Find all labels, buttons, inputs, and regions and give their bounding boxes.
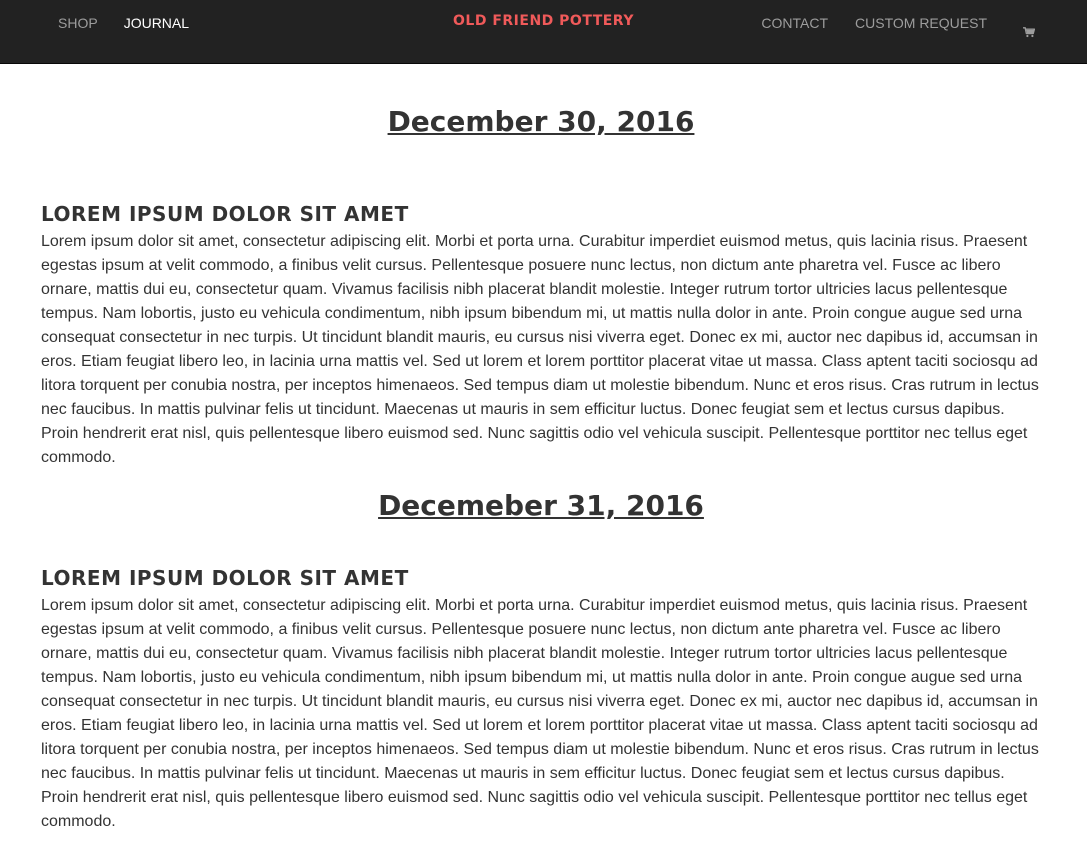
entry-date-heading: Decemeber 31, 2016 — [378, 489, 704, 522]
cart-button[interactable] — [1023, 4, 1035, 42]
nav-link-custom-request[interactable]: CUSTOM REQUEST — [855, 15, 987, 31]
nav-link-shop[interactable]: SHOP — [58, 15, 98, 31]
nav-link-journal[interactable]: JOURNAL — [124, 15, 189, 31]
journal-entry: December 30, 2016 Lorem ipsum dolor sit … — [41, 102, 1041, 470]
entry-body-text: Lorem ipsum dolor sit amet, consectetur … — [41, 597, 1039, 830]
nav-right-group: CONTACT CUSTOM REQUEST — [761, 0, 1035, 46]
nav-left-group: SHOP JOURNAL — [58, 0, 189, 46]
nav-link-contact[interactable]: CONTACT — [761, 15, 828, 31]
entry-date-heading: December 30, 2016 — [387, 105, 695, 138]
entry-title: Lorem ipsum dolor sit amet — [41, 566, 409, 590]
entry-body-text: Lorem ipsum dolor sit amet, consectetur … — [41, 233, 1039, 466]
entry-title: Lorem ipsum dolor sit amet — [41, 202, 409, 226]
top-navbar: SHOP JOURNAL Old Friend Pottery CONTACT … — [0, 0, 1087, 64]
brand-logo-text[interactable]: Old Friend Pottery — [453, 13, 634, 29]
shopping-cart-icon — [1023, 26, 1035, 37]
journal-entry: Decemeber 31, 2016 Lorem ipsum dolor sit… — [41, 486, 1041, 834]
